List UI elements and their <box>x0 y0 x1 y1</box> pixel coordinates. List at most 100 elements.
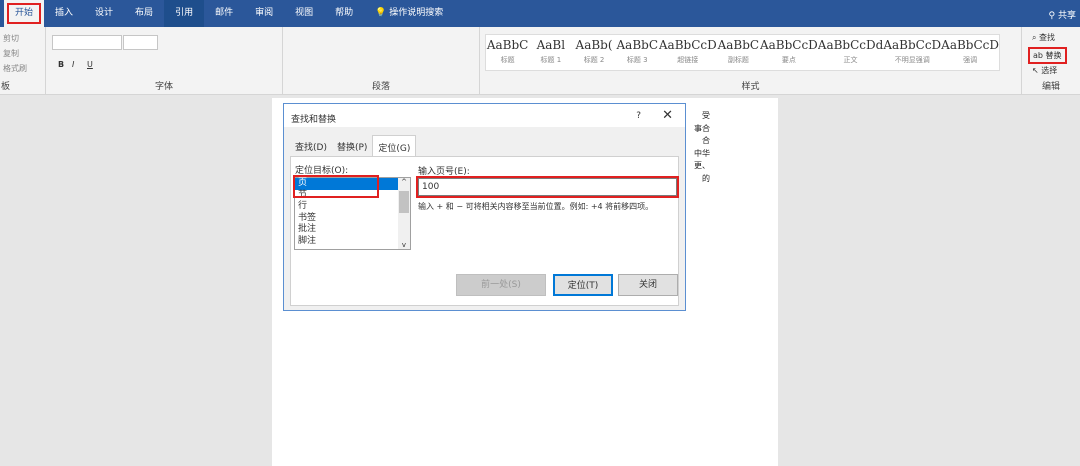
list-scrollbar[interactable]: ^ v <box>398 178 410 249</box>
tab-mailings[interactable]: 邮件 <box>204 0 244 27</box>
style-item[interactable]: AaBbCcD 超链接 <box>659 35 717 70</box>
list-item[interactable]: 批注 <box>295 224 399 236</box>
tell-me-search[interactable]: 💡 操作说明搜索 <box>364 0 454 27</box>
previous-button[interactable]: 前一处(S) <box>456 274 546 296</box>
font-group: B I U 字体 <box>46 27 283 95</box>
dialog-title: 查找和替换 <box>284 104 685 127</box>
tab-view[interactable]: 视图 <box>284 0 324 27</box>
cursor-icon: ↖ <box>1032 66 1042 75</box>
tab-review[interactable]: 审阅 <box>244 0 284 27</box>
style-preview: AaBbC <box>616 38 659 52</box>
style-item[interactable]: AaBbC 标题 <box>486 35 529 70</box>
hint-text: 输入 + 和 − 可将相关内容移至当前位置。例如: +4 将前移四项。 <box>418 202 654 211</box>
styles-gallery: AaBbC 标题 AaBl 标题 1 AaBb( 标题 2 AaBbC 标题 3 AaBbCcD… <box>485 34 1000 71</box>
page-text: 受事合合中华更、的 <box>692 110 710 185</box>
tab-design[interactable]: 设计 <box>84 0 124 27</box>
highlight-box <box>293 175 379 198</box>
style-preview: AaBbCcDd <box>817 38 884 52</box>
select-label: 选择 <box>1041 66 1058 75</box>
style-name: 副标题 <box>727 56 749 64</box>
list-item[interactable]: 行 <box>295 201 399 213</box>
bold-button[interactable]: B <box>58 60 64 69</box>
tab-layout[interactable]: 布局 <box>124 0 164 27</box>
find-button[interactable]: ⌕ 查找 <box>1032 32 1055 43</box>
list-item[interactable]: 书签 <box>295 213 399 225</box>
tab-help[interactable]: 帮助 <box>324 0 364 27</box>
style-preview: AaBbC <box>486 38 529 52</box>
style-item[interactable]: AaBb( 标题 2 <box>572 35 615 70</box>
goto-button[interactable]: 定位(T) <box>553 274 613 296</box>
tab-home[interactable]: 开始 <box>4 0 45 27</box>
style-preview: AaBbCcD <box>759 38 818 52</box>
style-name: 不明显强调 <box>894 56 930 64</box>
underline-button[interactable]: U <box>87 60 93 69</box>
style-name: 标题 <box>500 56 515 64</box>
paragraph-group: 段落 <box>283 27 480 95</box>
close-button[interactable]: 关闭 <box>618 274 678 296</box>
help-button[interactable]: ? <box>636 111 641 121</box>
style-name: 超链接 <box>677 56 699 64</box>
tab-references[interactable]: 引用 <box>164 0 205 27</box>
style-item[interactable]: AaBbCcD 不明显强调 <box>883 35 941 70</box>
style-preview: AaBbCcD <box>658 38 717 52</box>
clipboard-group: 剪切 复制 格式刷 板 <box>0 27 46 95</box>
style-preview: AaBb( <box>575 38 613 52</box>
font-name-select[interactable] <box>52 35 122 50</box>
style-item[interactable]: AaBbCcDd 正文 <box>818 35 884 70</box>
style-name: 标题 3 <box>626 56 648 64</box>
style-item[interactable]: AaBbCcD 强调 <box>941 35 999 70</box>
scroll-thumb[interactable] <box>399 191 409 213</box>
italic-button[interactable]: I <box>72 60 74 69</box>
page-text-line: 事合 <box>694 123 710 133</box>
page-text-line: 合 <box>702 136 710 145</box>
style-item[interactable]: AaBbC 标题 3 <box>616 35 659 70</box>
page-text-line: 中华 <box>694 148 710 158</box>
lightbulb-icon: 💡 <box>375 8 390 18</box>
replace-icon: ab <box>1033 51 1046 60</box>
style-preview: AaBbCcD <box>883 38 942 52</box>
highlight-box <box>416 176 679 198</box>
close-icon[interactable]: ✕ <box>662 108 673 123</box>
editing-group: ⌕ 查找 ab 替换 ↖ 选择 编辑 <box>1022 27 1080 95</box>
copy-button[interactable]: 复制 <box>3 48 19 59</box>
font-label: 字体 <box>154 82 173 92</box>
search-icon: ⌕ <box>1032 33 1040 42</box>
font-size-select[interactable] <box>123 35 158 50</box>
ribbon-tabs: 开始 插入 设计 布局 引用 邮件 审阅 视图 帮助 💡 操作说明搜索 ⚲ 共享 <box>0 0 1080 27</box>
format-painter-button[interactable]: 格式刷 <box>3 63 27 74</box>
scroll-down-icon[interactable]: v <box>398 241 410 249</box>
find-label: 查找 <box>1039 33 1056 42</box>
style-name: 标题 2 <box>583 56 605 64</box>
editing-label: 编辑 <box>1041 82 1060 92</box>
replace-label: 替换 <box>1045 51 1062 60</box>
scroll-up-icon[interactable]: ^ <box>398 178 410 186</box>
share-button[interactable]: ⚲ 共享 <box>1049 8 1076 21</box>
style-name: 标题 1 <box>540 56 562 64</box>
person-icon: ⚲ <box>1048 11 1058 21</box>
style-name: 强调 <box>963 56 978 64</box>
goto-panel: 定位目标(O): ^ v 页节行书签 批注 脚注 输入页号(E): 100 输入 + … <box>290 156 679 306</box>
list-item[interactable]: 脚注 <box>295 236 399 248</box>
style-item[interactable]: AaBl 标题 1 <box>529 35 572 70</box>
style-preview: AaBl <box>536 38 566 52</box>
style-item[interactable]: AaBbC 副标题 <box>717 35 760 70</box>
page-text-line: 受 <box>702 111 710 120</box>
styles-label: 样式 <box>741 82 760 92</box>
page-text-line: 的 <box>702 173 710 183</box>
ribbon: 剪切 复制 格式刷 板 B I U 字体 段落 样式 AaBbC 标题 AaBl 标题… <box>0 27 1080 95</box>
tab-insert[interactable]: 插入 <box>44 0 84 27</box>
style-preview: AaBbC <box>717 38 760 52</box>
style-name: 要点 <box>781 56 796 64</box>
replace-button[interactable]: ab 替换 <box>1028 47 1067 64</box>
page-text-line: 更、 <box>694 161 710 170</box>
tell-me-label: 操作说明搜索 <box>389 8 444 18</box>
paragraph-label: 段落 <box>371 82 390 92</box>
find-replace-dialog: 查找和替换 ? ✕ 查找(D) 替换(P) 定位(G) 定位目标(O): ^ v … <box>283 103 686 311</box>
style-name: 正文 <box>843 56 858 64</box>
share-label: 共享 <box>1057 11 1076 21</box>
cut-button[interactable]: 剪切 <box>3 33 19 44</box>
clipboard-label: 板 <box>1 82 11 92</box>
style-preview: AaBbCcD <box>941 38 999 52</box>
style-item[interactable]: AaBbCcD 要点 <box>760 35 818 70</box>
select-button[interactable]: ↖ 选择 <box>1032 65 1057 76</box>
